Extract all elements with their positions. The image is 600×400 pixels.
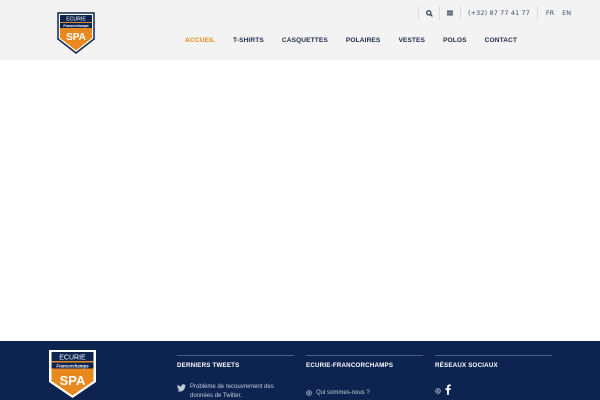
footer-social-title: RÉSEAUX SOCIAUX <box>435 362 498 369</box>
menu-icon[interactable] <box>440 10 460 16</box>
nav-vestes[interactable]: VESTES <box>398 37 425 44</box>
facebook-icon[interactable] <box>445 384 451 395</box>
logo-line3: SPA <box>66 32 86 43</box>
phone-number[interactable]: (+32) 87 77 41 77 <box>461 9 537 17</box>
language-fr[interactable]: FR <box>542 9 558 17</box>
nav-polaires[interactable]: POLAIRES <box>346 37 381 44</box>
circle-icon <box>306 390 312 396</box>
language-en[interactable]: EN <box>558 9 575 17</box>
nav-polos[interactable]: POLOS <box>443 37 467 44</box>
footer-ecurie-title: ECURIE-FRANCORCHAMPS <box>306 362 394 369</box>
footer-logo-line2: Francorchamps <box>56 363 89 368</box>
search-icon[interactable] <box>419 9 439 17</box>
nav-accueil[interactable]: ACCUEIL <box>185 37 215 44</box>
divider <box>177 355 294 356</box>
nav-casquettes[interactable]: CASQUETTES <box>282 37 328 44</box>
nav-t-shirts[interactable]: T-SHIRTS <box>233 37 264 44</box>
main-nav: ACCUEIL T-SHIRTS CASQUETTES POLAIRES VES… <box>185 37 517 44</box>
twitter-icon <box>177 384 186 392</box>
site-header: ECURIE Francorchamps SPA (+32) 87 77 41 … <box>0 0 600 60</box>
circle-icon <box>435 388 441 394</box>
footer-logo-line3: SPA <box>60 373 86 388</box>
main-content <box>0 60 600 341</box>
site-footer: ECURIE Francorchamps SPA DERNIERS TWEETS… <box>0 341 600 400</box>
footer-ecurie-column: ECURIE-FRANCORCHAMPS Qui sommes-nous ? <box>306 355 423 396</box>
nav-contact[interactable]: CONTACT <box>485 37 517 44</box>
tweet-text: Problème de recouvrement des données de … <box>190 384 274 399</box>
footer-logo-line1: ECURIE <box>59 354 86 361</box>
footer-social-column: RÉSEAUX SOCIAUX <box>435 355 552 395</box>
logo-line2: Francorchamps <box>63 24 89 28</box>
footer-tweets-title: DERNIERS TWEETS <box>177 362 240 369</box>
footer-tweets-column: DERNIERS TWEETS Problème de recouvrement… <box>177 355 294 399</box>
footer-link-qui-sommes-nous[interactable]: Qui sommes-nous ? <box>316 389 370 398</box>
divider <box>536 6 538 20</box>
logo-line1: ECURIE <box>66 17 86 23</box>
divider <box>435 355 552 356</box>
top-bar: (+32) 87 77 41 77 FR EN <box>418 6 575 20</box>
footer-logo[interactable]: ECURIE Francorchamps SPA <box>47 349 98 399</box>
site-logo[interactable]: ECURIE Francorchamps SPA <box>56 12 96 54</box>
divider <box>306 355 423 356</box>
